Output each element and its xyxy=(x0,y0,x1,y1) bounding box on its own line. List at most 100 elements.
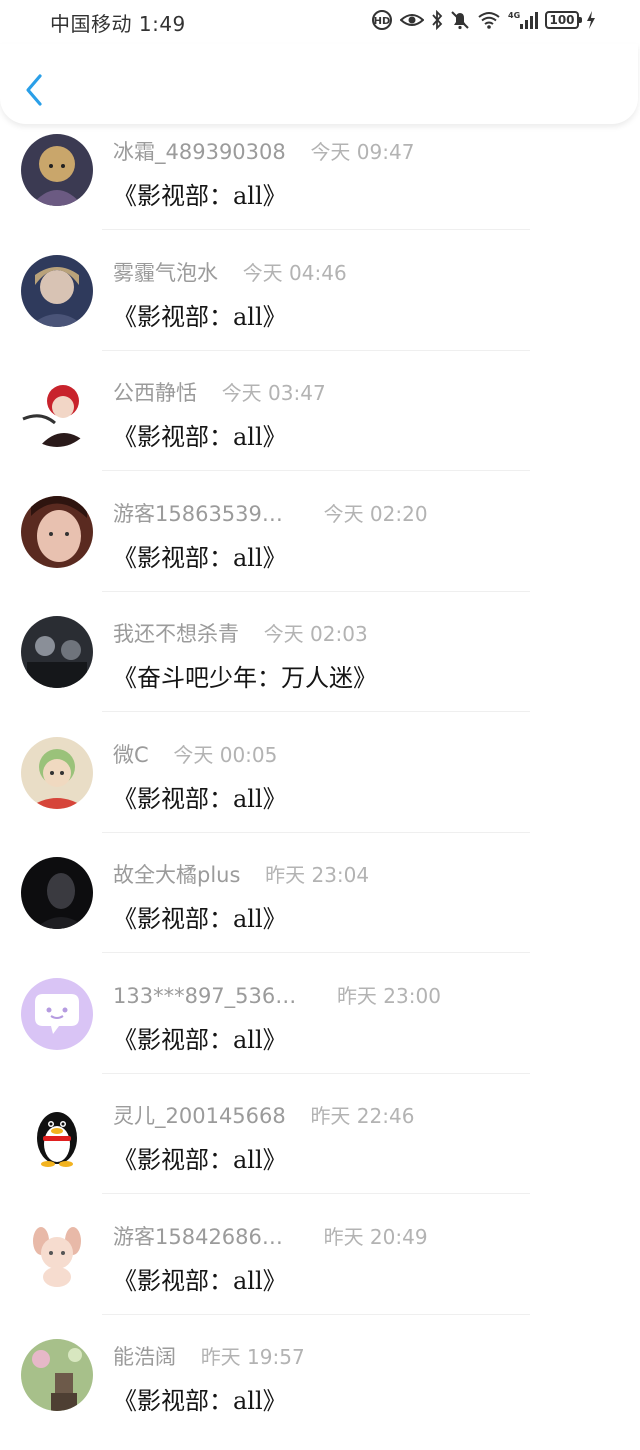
timestamp: 今天 04:46 xyxy=(242,260,347,285)
avatar[interactable] xyxy=(21,736,93,809)
user-name: 我还不想杀青 xyxy=(113,622,239,646)
photo-avatar-icon xyxy=(21,1339,93,1411)
avatar[interactable] xyxy=(21,1098,93,1170)
divider xyxy=(102,1193,530,1194)
timestamp: 昨天 19:57 xyxy=(200,1345,305,1369)
battery-icon: 100 xyxy=(545,11,582,29)
divider xyxy=(102,831,530,833)
list-item[interactable]: 我还不想杀青 今天 02:03 《奋斗吧少年：万人迷》 xyxy=(0,606,640,727)
status-bar: 中国移动 1:49 HD 4G 100 xyxy=(0,0,640,44)
divider xyxy=(102,1072,530,1074)
timestamp: 今天 00:05 xyxy=(173,742,278,767)
wifi-icon xyxy=(477,9,501,31)
penguin-icon xyxy=(21,1098,93,1170)
status-icons: HD 4G 100 xyxy=(371,9,596,31)
work-title[interactable]: 《影视部：all》 xyxy=(113,1020,287,1055)
user-name: 游客15863539… xyxy=(113,501,283,526)
item-meta: 雾霾气泡水 今天 04:46 xyxy=(113,257,347,285)
user-name: 133***897_536… xyxy=(113,983,297,1008)
charging-icon xyxy=(586,9,596,31)
avatar[interactable] xyxy=(21,857,93,929)
avatar[interactable] xyxy=(21,375,93,447)
avatar[interactable] xyxy=(21,1339,93,1411)
bluetooth-icon xyxy=(431,9,443,31)
user-name: 灵儿_200145668 xyxy=(113,1104,286,1128)
list-item[interactable]: 雾霾气泡水 今天 04:46 《影视部：all》 xyxy=(0,245,640,366)
work-title[interactable]: 《影视部：all》 xyxy=(113,1261,287,1296)
cartoon-dog-icon xyxy=(21,1218,93,1291)
avatar[interactable] xyxy=(21,495,93,568)
user-name: 故全大橘plus xyxy=(113,863,241,887)
user-name: 能浩阔 xyxy=(113,1345,176,1369)
item-meta: 微C 今天 00:05 xyxy=(113,739,277,767)
work-title[interactable]: 《影视部：all》 xyxy=(113,417,287,452)
list-item[interactable]: 能浩阔 昨天 19:57 《影视部：all》 xyxy=(0,1329,640,1450)
anime-avatar-icon xyxy=(21,736,93,809)
avatar[interactable] xyxy=(21,254,93,327)
user-name: 冰霜_489390308 xyxy=(113,140,286,164)
list-item[interactable]: 游客15842686… 昨天 20:49 《影视部：all》 xyxy=(0,1209,640,1330)
item-meta: 公西静恬 今天 03:47 xyxy=(113,377,326,405)
work-title[interactable]: 《影视部：all》 xyxy=(113,899,287,934)
anime-avatar-icon xyxy=(21,134,93,206)
timestamp: 昨天 23:04 xyxy=(265,863,370,887)
item-meta: 能浩阔 昨天 19:57 xyxy=(113,1341,305,1369)
list-item[interactable]: 冰霜_489390308 今天 09:47 《影视部：all》 xyxy=(0,124,640,245)
work-title[interactable]: 《影视部：all》 xyxy=(113,297,287,332)
eye-icon xyxy=(400,9,424,31)
signal-icon: 4G xyxy=(508,9,538,31)
photo-avatar-icon xyxy=(21,616,93,688)
user-name: 公西静恬 xyxy=(113,381,197,405)
work-title[interactable]: 《影视部：all》 xyxy=(113,1381,287,1416)
avatar[interactable] xyxy=(21,1218,93,1291)
work-title[interactable]: 《奋斗吧少年：万人迷》 xyxy=(113,658,377,693)
user-name: 微C xyxy=(113,742,149,767)
photo-avatar-icon xyxy=(21,495,93,568)
divider xyxy=(102,349,530,351)
work-title[interactable]: 《影视部：all》 xyxy=(113,538,287,573)
avatar[interactable] xyxy=(21,977,93,1050)
timestamp: 今天 02:20 xyxy=(323,501,428,526)
item-meta: 游客15842686… 昨天 20:49 xyxy=(113,1221,428,1249)
anime-avatar-icon xyxy=(21,375,93,447)
item-meta: 灵儿_200145668 昨天 22:46 xyxy=(113,1100,414,1128)
item-meta: 冰霜_489390308 今天 09:47 xyxy=(113,136,414,164)
list-item[interactable]: 游客15863539… 今天 02:20 《影视部：all》 xyxy=(0,486,640,607)
item-meta: 133***897_536… 昨天 23:00 xyxy=(113,980,441,1008)
divider xyxy=(102,229,530,230)
chat-bubble-icon xyxy=(21,977,93,1050)
divider xyxy=(102,952,530,953)
work-title[interactable]: 《影视部：all》 xyxy=(113,1140,287,1175)
timestamp: 昨天 22:46 xyxy=(310,1104,415,1128)
work-title[interactable]: 《影视部：all》 xyxy=(113,176,287,211)
divider xyxy=(102,470,530,471)
divider xyxy=(102,590,530,592)
item-meta: 游客15863539… 今天 02:20 xyxy=(113,498,428,526)
message-list: 冰霜_489390308 今天 09:47 《影视部：all》 雾霾气泡水 今天… xyxy=(0,124,640,1450)
user-name: 雾霾气泡水 xyxy=(113,260,218,285)
list-item[interactable]: 微C 今天 00:05 《影视部：all》 xyxy=(0,727,640,848)
timestamp: 今天 02:03 xyxy=(263,622,368,646)
header-bar xyxy=(0,44,638,124)
hd-call-icon: HD xyxy=(371,9,393,31)
work-title[interactable]: 《影视部：all》 xyxy=(113,779,287,814)
list-item[interactable]: 133***897_536… 昨天 23:00 《影视部：all》 xyxy=(0,968,640,1089)
svg-text:HD: HD xyxy=(374,16,391,27)
list-item[interactable]: 公西静恬 今天 03:47 《影视部：all》 xyxy=(0,365,640,486)
user-name: 游客15842686… xyxy=(113,1224,283,1249)
list-item[interactable]: 故全大橘plus 昨天 23:04 《影视部：all》 xyxy=(0,847,640,968)
photo-avatar-icon xyxy=(21,857,93,929)
list-item[interactable]: 灵儿_200145668 昨天 22:46 《影视部：all》 xyxy=(0,1088,640,1209)
divider xyxy=(102,711,530,712)
mute-bell-icon xyxy=(450,9,470,31)
chevron-left-icon xyxy=(26,74,42,106)
timestamp: 今天 03:47 xyxy=(221,381,326,405)
avatar[interactable] xyxy=(21,134,93,206)
anime-avatar-icon xyxy=(21,254,93,327)
back-button[interactable] xyxy=(18,70,50,110)
timestamp: 昨天 20:49 xyxy=(323,1224,428,1249)
timestamp: 今天 09:47 xyxy=(310,140,415,164)
avatar[interactable] xyxy=(21,616,93,688)
item-meta: 故全大橘plus 昨天 23:04 xyxy=(113,859,369,887)
item-meta: 我还不想杀青 今天 02:03 xyxy=(113,618,368,646)
